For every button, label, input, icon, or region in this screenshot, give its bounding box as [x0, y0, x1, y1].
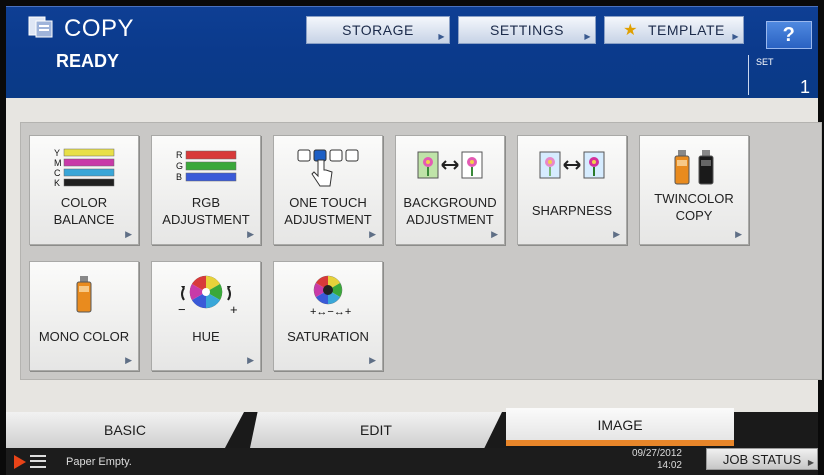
tile-label: SATURATION	[287, 329, 369, 344]
template-button[interactable]: ★ TEMPLATE ▶	[604, 16, 744, 44]
tile-label: HUE	[192, 329, 220, 344]
rgb-letter-b: B	[176, 172, 182, 182]
twincolor-copy-icon	[674, 150, 714, 185]
svg-text:+↔−↔+: +↔−↔+	[310, 306, 351, 318]
sharpness-button[interactable]: SHARPNESS ▶	[517, 135, 627, 245]
date-text: 09/27/2012	[631, 448, 682, 459]
active-tab-indicator	[506, 440, 734, 446]
divider	[748, 55, 749, 95]
settings-button-label: SETTINGS	[489, 22, 564, 38]
tab-edit[interactable]: EDIT	[250, 412, 502, 448]
copy-icon	[28, 16, 53, 38]
help-button[interactable]: ?	[766, 21, 812, 49]
mono-color-icon	[76, 276, 92, 313]
cmyk-letter-c: C	[54, 168, 61, 178]
color-balance-icon: Y M C K	[54, 148, 115, 188]
job-status-button[interactable]: JOB STATUS ▶	[706, 448, 818, 470]
image-functions-panel: Y M C K COLOR BALANCE ▶ R G B RGB ADJUST…	[20, 122, 822, 380]
arrow-right-icon: ▶	[125, 229, 132, 239]
tab-image[interactable]: IMAGE	[506, 408, 734, 442]
content-area: Y M C K COLOR BALANCE ▶ R G B RGB ADJUST…	[6, 98, 822, 412]
tile-label: SHARPNESS	[531, 203, 613, 218]
rgb-letter-g: G	[176, 161, 183, 171]
cmyk-letter-m: M	[54, 158, 62, 168]
color-balance-button[interactable]: Y M C K COLOR BALANCE ▶	[29, 135, 139, 245]
settings-button[interactable]: SETTINGS ▶	[458, 16, 596, 44]
storage-button[interactable]: STORAGE ▶	[306, 16, 450, 44]
tile-label: COLOR BALANCE	[53, 195, 115, 227]
tab-basic-label: BASIC	[103, 422, 146, 438]
rgb-letter-r: R	[176, 150, 183, 160]
message-list-icon[interactable]	[30, 455, 46, 468]
svg-text:−: −	[178, 302, 186, 317]
arrow-right-icon: ▶	[125, 355, 132, 365]
tab-image-label: IMAGE	[597, 417, 643, 433]
one-touch-adjustment-icon	[297, 149, 359, 187]
hue-icon: − +	[178, 275, 238, 317]
svg-text:+: +	[230, 302, 238, 317]
status-message: Paper Empty.	[66, 456, 132, 468]
arrow-right-icon: ▶	[247, 355, 254, 365]
arrow-right-icon: ▶	[491, 229, 498, 239]
function-tabs: BASIC EDIT IMAGE	[6, 408, 818, 448]
saturation-button[interactable]: +↔−↔+ SATURATION ▶	[273, 261, 383, 371]
arrow-right-icon: ▶	[613, 229, 620, 239]
tab-basic[interactable]: BASIC	[6, 412, 244, 448]
job-status-label: JOB STATUS	[722, 451, 802, 467]
tile-label: MONO COLOR	[38, 329, 130, 344]
template-button-label: TEMPLATE	[647, 22, 725, 38]
tile-label: RGB ADJUSTMENT	[162, 195, 250, 227]
set-label: SET	[756, 57, 774, 67]
mono-color-button[interactable]: MONO COLOR ▶	[29, 261, 139, 371]
cmyk-letter-y: Y	[54, 148, 60, 158]
date-time: 09/27/2012 14:02	[612, 448, 682, 472]
time-text: 14:02	[656, 460, 682, 471]
rgb-adjustment-icon: R G B	[176, 150, 237, 182]
cmyk-letter-k: K	[54, 178, 60, 188]
background-adjustment-button[interactable]: BACKGROUND ADJUSTMENT ▶	[395, 135, 505, 245]
star-icon: ★	[623, 22, 638, 39]
arrow-right-icon: ▶	[735, 229, 742, 239]
tile-label: ONE TOUCH ADJUSTMENT	[284, 195, 372, 227]
app-title: COPY	[64, 15, 135, 42]
tab-edit-label: EDIT	[360, 422, 392, 438]
arrow-right-icon: ▶	[732, 32, 739, 41]
machine-status: READY	[56, 51, 120, 71]
set-count: 1	[799, 77, 810, 97]
help-icon: ?	[782, 23, 796, 46]
hue-button[interactable]: − + HUE ▶	[151, 261, 261, 371]
arrow-right-icon: ▶	[247, 229, 254, 239]
one-touch-adjustment-button[interactable]: ONE TOUCH ADJUSTMENT ▶	[273, 135, 383, 245]
storage-button-label: STORAGE	[342, 22, 414, 38]
alert-arrow-icon[interactable]	[14, 455, 26, 469]
arrow-right-icon: ▶	[438, 32, 445, 41]
twincolor-copy-button[interactable]: TWINCOLOR COPY ▶	[639, 135, 749, 245]
arrow-right-icon: ▶	[369, 355, 376, 365]
background-adjustment-icon	[417, 151, 483, 179]
header-bar: COPY READY STORAGE ▶ SETTINGS ▶ ★ TEMPLA…	[6, 6, 818, 98]
status-footer: Paper Empty. 09/27/2012 14:02 JOB STATUS…	[6, 448, 818, 475]
rgb-adjustment-button[interactable]: R G B RGB ADJUSTMENT ▶	[151, 135, 261, 245]
arrow-right-icon: ▶	[584, 32, 591, 41]
saturation-icon: +↔−↔+	[310, 275, 351, 318]
tile-label: TWINCOLOR COPY	[654, 191, 734, 223]
sharpness-icon	[539, 151, 605, 179]
arrow-right-icon: ▶	[369, 229, 376, 239]
tile-label: BACKGROUND ADJUSTMENT	[403, 195, 497, 227]
arrow-right-icon: ▶	[807, 458, 814, 467]
